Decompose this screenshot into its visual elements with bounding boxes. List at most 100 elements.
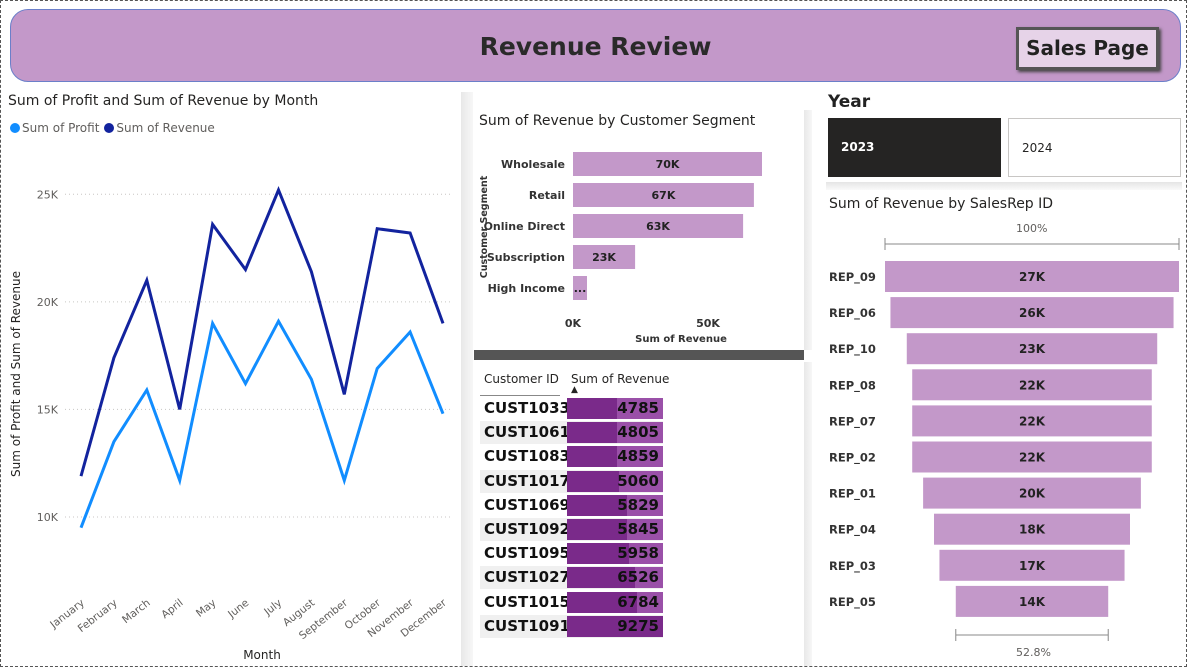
revenue-cell: 5845 [567,519,663,540]
category-label: REP_09 [829,270,876,285]
data-label: 27K [1019,270,1046,284]
customer-id-cell: CUST1061 [484,423,570,442]
revenue-value: 5845 [617,520,659,538]
data-label: 17K [1019,559,1046,573]
data-label: ... [574,282,587,295]
y-tick-label: 25K [37,188,59,201]
table-row[interactable]: CUST1017 5060 [480,469,663,493]
data-label: 14K [1019,595,1046,609]
revenue-cell: 4785 [567,398,663,419]
revenue-cell: 4859 [567,446,663,468]
revenue-cell: 4805 [567,422,663,444]
table-row[interactable]: CUST1069 5829 [480,493,663,517]
revenue-data-bar [567,470,620,492]
revenue-value: 4859 [617,447,659,466]
table-row[interactable]: CUST1033 4785 [480,397,663,420]
category-label: REP_01 [829,487,876,502]
panel-shadow [804,110,812,350]
category-label: REP_03 [829,559,876,574]
revenue-cell: 9275 [567,615,663,637]
x-tick-label: April [159,597,185,621]
category-label: REP_04 [829,523,876,538]
revenue-value: 4805 [617,423,659,442]
revenue-data-bar [567,398,617,419]
divider [474,350,804,360]
table-row[interactable]: CUST1083 4859 [480,445,663,469]
data-label: 22K [1019,414,1046,428]
customer-id-cell: CUST1083 [484,447,570,466]
year-option-2024[interactable]: 2024 [1008,118,1181,177]
table-row[interactable]: CUST1095 5958 [480,542,663,566]
x-tick-label: July [261,597,284,619]
category-label: REP_10 [829,342,876,357]
x-axis-label: Month [243,648,281,662]
data-label: 22K [1019,378,1046,392]
revenue-value: 6526 [617,568,659,587]
revenue-cell: 6526 [567,567,663,589]
data-label: 26K [1019,306,1046,320]
revenue-value: 6784 [617,592,659,611]
revenue-cell: 5060 [567,470,663,492]
customer-table-panel: Customer ID Sum of Revenue ▲ CUST1033 478… [474,362,804,666]
data-label: 22K [1019,451,1046,465]
y-tick-label: 10K [37,511,59,524]
sort-ascending-icon[interactable]: ▲ [571,385,578,395]
table-row[interactable]: CUST1091 9275 [480,614,663,638]
table-row[interactable]: CUST1015 6784 [480,590,663,614]
data-label: 70K [656,158,680,171]
category-label: REP_02 [829,451,876,466]
revenue-cell: 5958 [567,543,663,565]
line-chart: 25K20K15K10KJanuaryFebruary March April May… [9,186,450,662]
category-label: High Income [488,282,565,295]
customer-id-cell: CUST1027 [484,568,570,587]
funnel-bottom-percent: 52.8% [1016,646,1051,659]
funnel-top-percent: 100% [1016,222,1048,235]
x-axis-label: Sum of Revenue [635,334,727,345]
revenue-cell: 6784 [567,591,663,613]
data-label: 63K [646,220,670,233]
customer-id-cell: CUST1033 [484,399,570,417]
customer-id-cell: CUST1091 [484,616,570,635]
customer-id-cell: CUST1095 [484,544,570,563]
category-label: REP_05 [829,595,876,610]
column-header-sum-revenue[interactable]: Sum of Revenue [571,372,669,386]
data-label: 20K [1019,487,1046,501]
category-label: Retail [529,189,565,202]
customer-id-cell: CUST1015 [484,592,570,611]
year-option-2023[interactable]: 2023 [828,118,1001,177]
table-row[interactable]: CUST1061 4805 [480,421,663,445]
revenue-cell: 5829 [567,494,663,516]
header-banner: Revenue Review Sales Page [10,9,1181,82]
table-row[interactable]: CUST1027 6526 [480,566,663,590]
x-tick-label: May [194,597,219,620]
segment-chart-panel: Sum of Revenue by Customer Segment Whole… [474,110,804,350]
line-chart-panel: Sum of Profit and Sum of Revenue by Mont… [5,92,459,666]
y-tick-label: 20K [37,296,59,309]
header-underline [480,395,560,396]
revenue-data-bar [567,446,618,468]
table-row[interactable]: CUST1092 5845 [480,518,663,541]
revenue-value: 5829 [617,495,659,514]
sales-page-button[interactable]: Sales Page [1016,27,1159,70]
panel-shadow [826,182,1182,190]
salesrep-funnel-panel: Sum of Revenue by SalesRep ID 27K REP_09 2… [826,192,1182,666]
customer-id-cell: CUST1092 [484,520,570,538]
category-label: REP_07 [829,414,876,429]
salesrep-funnel: 27K REP_09 26K REP_06 23K REP_10 22K REP_08 22K R… [829,238,1180,641]
revenue-data-bar [567,422,617,444]
year-slicer: Year 2023 2024 [826,92,1182,182]
y-axis-label: Customer Segment [479,175,490,278]
customer-id-cell: CUST1017 [484,471,570,490]
page-title: Revenue Review [479,32,712,61]
column-header-customer-id[interactable]: Customer ID [484,372,559,386]
revenue-value: 9275 [617,616,659,635]
category-label: Wholesale [501,158,565,171]
x-tick-label: June [225,597,251,621]
category-label: REP_06 [829,306,876,321]
data-label: 23K [1019,342,1046,356]
x-tick-label: 50K [696,317,720,330]
data-label: 18K [1019,523,1046,537]
customer-id-cell: CUST1069 [484,495,570,514]
panel-shadow [461,92,473,666]
revenue-value: 4785 [617,399,659,417]
